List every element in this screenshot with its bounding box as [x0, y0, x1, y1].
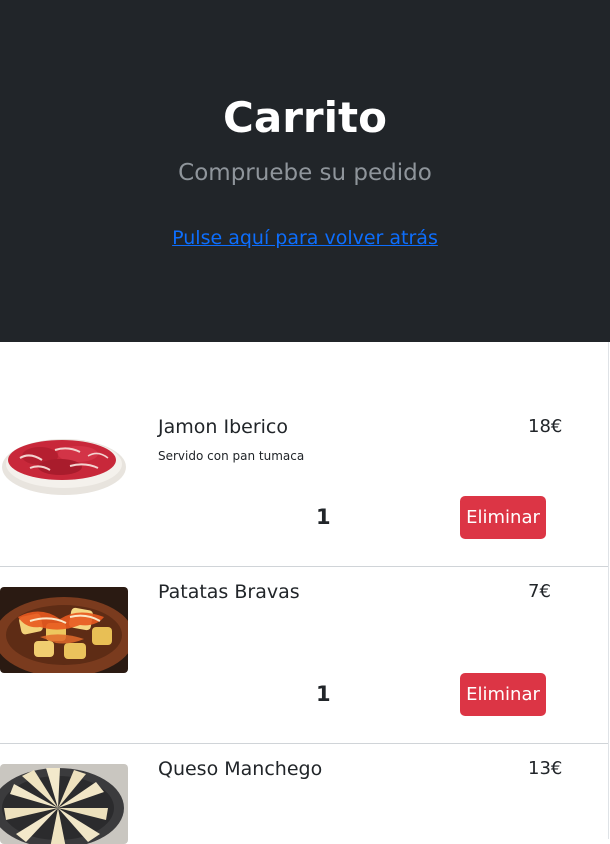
cart-item: Patatas Bravas 7€ 1 Eliminar: [0, 567, 608, 743]
content-border: [608, 342, 609, 839]
remove-button[interactable]: Eliminar: [460, 673, 546, 716]
item-quantity: 1: [316, 505, 331, 529]
item-name: Queso Manchego: [158, 758, 323, 780]
cart-item: Jamon Iberico Servido con pan tumaca 18€…: [0, 342, 608, 566]
item-price: 13€: [528, 758, 563, 779]
item-description: Servido con pan tumaca: [158, 449, 305, 463]
item-image-queso: [0, 764, 128, 844]
page-header: Carrito Compruebe su pedido Pulse aquí p…: [0, 0, 610, 342]
item-name: Patatas Bravas: [158, 581, 300, 603]
cart-item: Queso Manchego 13€: [0, 744, 608, 844]
item-price: 7€: [528, 581, 551, 602]
item-name: Jamon Iberico: [158, 416, 288, 438]
back-link-wrapper: Pulse aquí para volver atrás: [0, 224, 610, 252]
item-image-patatas: [0, 587, 128, 673]
page-subtitle: Compruebe su pedido: [178, 160, 432, 186]
item-image-jamon: [0, 412, 128, 502]
back-link[interactable]: Pulse aquí para volver atrás: [172, 227, 438, 249]
item-price: 18€: [528, 416, 563, 437]
remove-button[interactable]: Eliminar: [460, 496, 546, 539]
item-quantity: 1: [316, 682, 331, 706]
page-title: Carrito: [223, 93, 387, 142]
